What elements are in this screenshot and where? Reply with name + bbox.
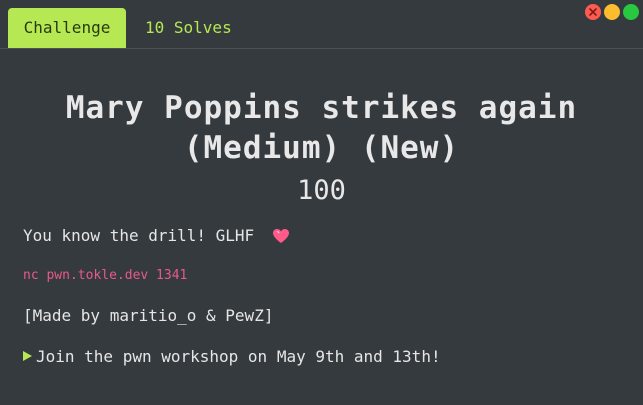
tab-bar: Challenge 10 Solves — [0, 0, 643, 49]
workshop-item[interactable]: Join the pwn workshop on May 9th and 13t… — [23, 346, 441, 366]
tab-solves[interactable]: 10 Solves — [130, 8, 247, 48]
connection-command: nc pwn.tokle.dev 1341 — [23, 268, 188, 283]
workshop-link[interactable]: Join the pwn workshop on May 9th and 13t… — [36, 347, 441, 366]
challenge-title-line2: (Medium) (New) — [183, 130, 460, 166]
challenge-window: Challenge 10 Solves Mary Poppins strikes… — [0, 0, 643, 405]
triangle-right-icon — [23, 346, 32, 365]
challenge-points: 100 — [297, 175, 346, 206]
description-line: You know the drill! GLHF — [23, 226, 290, 248]
tab-challenge[interactable]: Challenge — [8, 8, 126, 48]
credits-text: [Made by maritio_o & PewZ] — [23, 306, 274, 325]
challenge-title-line1: Mary Poppins strikes again — [65, 90, 578, 126]
heart-icon — [272, 228, 290, 248]
challenge-title: Mary Poppins strikes again (Medium) (New… — [0, 88, 643, 168]
description-text: You know the drill! GLHF — [23, 226, 255, 245]
